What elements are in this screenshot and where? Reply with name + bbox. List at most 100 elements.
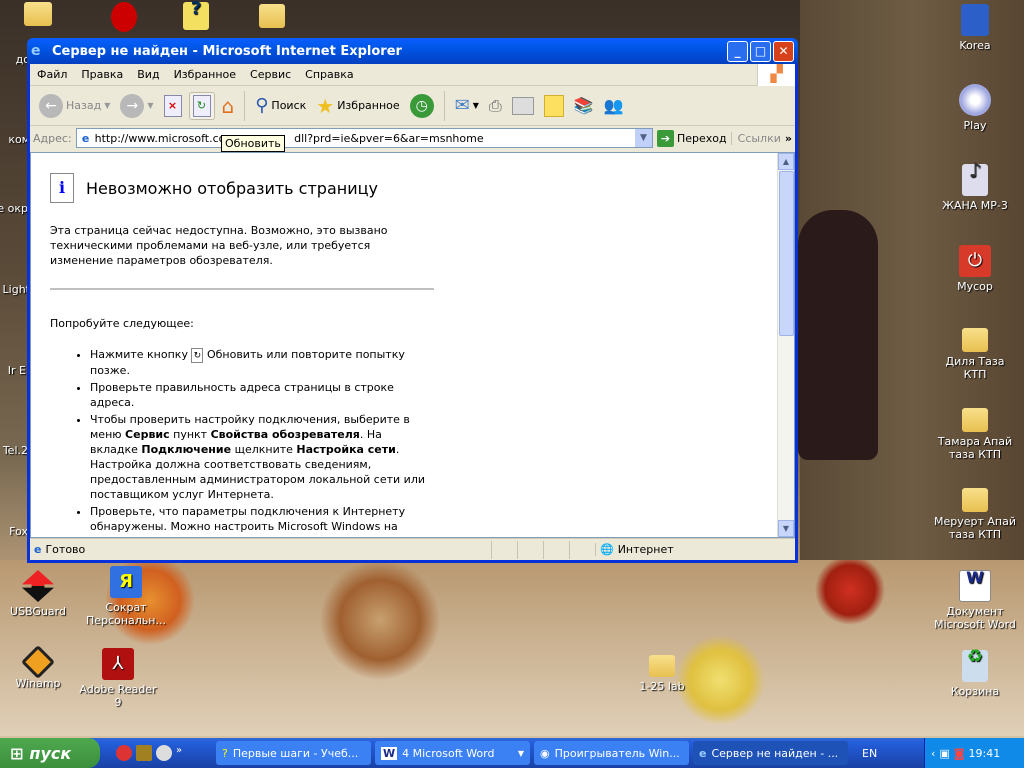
desktop-icon-adobe-reader[interactable]: ⅄ Adobe Reader 9 [78,648,158,709]
desktop-icon-1-25-lab[interactable]: 1-25 lab [622,655,702,693]
player-quicklaunch-icon[interactable] [156,745,172,761]
desktop-icon-mp3[interactable]: ♪ ЖАНА МР-3 [935,160,1015,212]
media-player-icon: ◉ [540,746,550,760]
desktop-icon-folder-top[interactable] [0,2,78,29]
desktop-icon-label: Диля Таза КТП [945,355,1005,381]
task-word[interactable]: W 4 Microsoft Word ▼ [375,741,530,765]
desktop-icon-label[interactable]: ком [0,133,30,146]
desktop-icon-play[interactable]: Play [935,84,1015,132]
desktop-icon-folder-meruert[interactable]: Меруерт Апай таза КТП [931,488,1019,541]
messenger-button[interactable]: 👥 [601,94,627,117]
menu-favorites[interactable]: Избранное [167,68,243,81]
close-button[interactable]: ✕ [773,40,794,62]
info-icon: i [50,173,74,203]
task-media-player[interactable]: ◉ Проигрыватель Win... [534,741,689,765]
network-icon[interactable]: ▣ [939,747,949,760]
wallpaper-person [798,210,878,460]
quicklaunch-chevron-icon[interactable]: » [176,745,182,761]
desktop-icon-folder-dilya[interactable]: Диля Таза КТП [935,328,1015,381]
task-label: Сервер не найден - ... [711,746,839,760]
desktop-icon-label[interactable]: Се окр [0,202,28,215]
quick-launch: » [116,745,216,761]
menu-edit[interactable]: Правка [74,68,130,81]
desktop-icon-folder[interactable] [232,4,312,31]
scroll-up-button[interactable]: ▲ [778,153,794,170]
vertical-scrollbar[interactable]: ▲ ▼ [777,153,794,537]
task-label: Проигрыватель Win... [554,746,680,760]
menu-view[interactable]: Вид [130,68,166,81]
stop-icon: × [163,94,182,117]
edit-button[interactable] [509,95,537,117]
address-url-start: http://www.microsoft.com [94,131,237,145]
zone-text: Интернет [617,543,674,556]
menu-file[interactable]: Файл [30,68,74,81]
search-button[interactable]: ⚲ Поиск [252,93,309,118]
mail-icon: ✉ [454,95,470,116]
opera-quicklaunch-icon[interactable] [116,745,132,761]
refresh-icon: ↻ [192,94,211,117]
mail-button[interactable]: ✉ ▼ [452,93,482,118]
media-quicklaunch-icon[interactable] [136,745,152,761]
group-dropdown-icon: ▼ [517,748,524,758]
desktop-icon-korea[interactable]: Korea [935,4,1015,52]
search-icon: ⚲ [255,95,269,116]
list-item: Чтобы проверить настройку подключения, в… [90,412,431,502]
forward-button[interactable]: → ▼ [117,92,156,120]
back-button[interactable]: ← Назад ▼ [36,92,113,120]
back-arrow-icon: ← [39,93,63,118]
desktop-icon-help[interactable]: ? [156,0,236,33]
research-button[interactable]: 📚 [571,94,597,117]
desktop-icon-folder-tamara[interactable]: Тамара Апай таза КТП [931,408,1019,461]
error-heading: Невозможно отобразить страницу [86,178,378,198]
favorites-label: Избранное [337,99,400,112]
maximize-button[interactable]: □ [750,40,771,62]
research-icon: 📚 [573,96,594,115]
address-bar: Адрес: e http://www.microsoft.com dll?pr… [30,126,795,150]
address-input[interactable]: e http://www.microsoft.com dll?prd=ie&pv… [75,128,653,148]
menu-help[interactable]: Справка [298,68,360,81]
scroll-down-button[interactable]: ▼ [778,520,794,537]
tray-expand-icon[interactable]: ‹ [931,747,935,760]
discuss-button[interactable] [541,93,567,119]
desktop-icon-label[interactable]: Light [0,283,30,296]
ie-icon: e [699,746,707,760]
language-indicator[interactable]: EN [862,747,877,760]
desktop-icon-label[interactable]: Ir E [0,364,26,377]
refresh-button[interactable]: ↻ [188,91,215,120]
go-button[interactable]: ➔ Переход [657,129,727,147]
scroll-thumb[interactable] [779,171,794,336]
desktop-icon-sokrat[interactable]: Я Сократ Персональн... [76,566,176,627]
taskbar: ⊞ пуск » ? Первые шаги - Учеб... W 4 Micros… [0,738,1024,768]
print-button[interactable]: ⎙ [486,94,505,118]
desktop-icon-label: Сократ Персональн... [86,601,166,627]
home-button[interactable]: ⌂ [219,92,238,120]
desktop-icon-usbguard[interactable]: USBGuard [0,570,78,618]
windows-flag-icon: ⊞ [10,743,24,763]
desktop-icon-musor[interactable]: ⏻ Мусор [935,245,1015,293]
links-chevron-icon[interactable]: » [785,132,792,145]
antivirus-icon[interactable]: ◙ [954,747,965,760]
history-icon: ◷ [409,93,434,118]
links-button[interactable]: Ссылки [730,131,781,145]
desktop-icon-recycle-bin[interactable]: ♻ Корзина [935,648,1015,699]
desktop-icon-label[interactable]: Fox [0,525,28,538]
address-dropdown-button[interactable]: ▼ [635,129,652,147]
stop-button[interactable]: × [161,93,185,119]
address-url-end: dll?prd=ie&pver=6&ar=msnhome [294,131,484,145]
task-label: 4 Microsoft Word [402,746,495,760]
favorites-button[interactable]: ★ Избранное [313,92,402,120]
title-bar[interactable]: e Сервер не найден - Microsoft Internet … [27,38,798,64]
desktop-icon-word-doc[interactable]: W Документ Microsoft Word [929,570,1021,632]
desktop-icon-winamp[interactable]: Winamp [0,645,78,690]
desktop-icon-label[interactable]: Tel.2 [0,444,28,457]
history-button[interactable]: ◷ [407,92,437,120]
task-ie[interactable]: e Сервер не найден - ... [693,741,848,765]
task-first-steps[interactable]: ? Первые шаги - Учеб... [216,741,371,765]
desktop-icon-opera[interactable] [84,2,164,35]
desktop-icon-label[interactable]: до [0,53,30,66]
clock[interactable]: 19:41 [969,747,1001,760]
start-button[interactable]: ⊞ пуск [0,738,100,768]
desktop-icon-label: 1-25 lab [639,680,685,693]
minimize-button[interactable]: _ [727,40,748,62]
menu-tools[interactable]: Сервис [243,68,298,81]
